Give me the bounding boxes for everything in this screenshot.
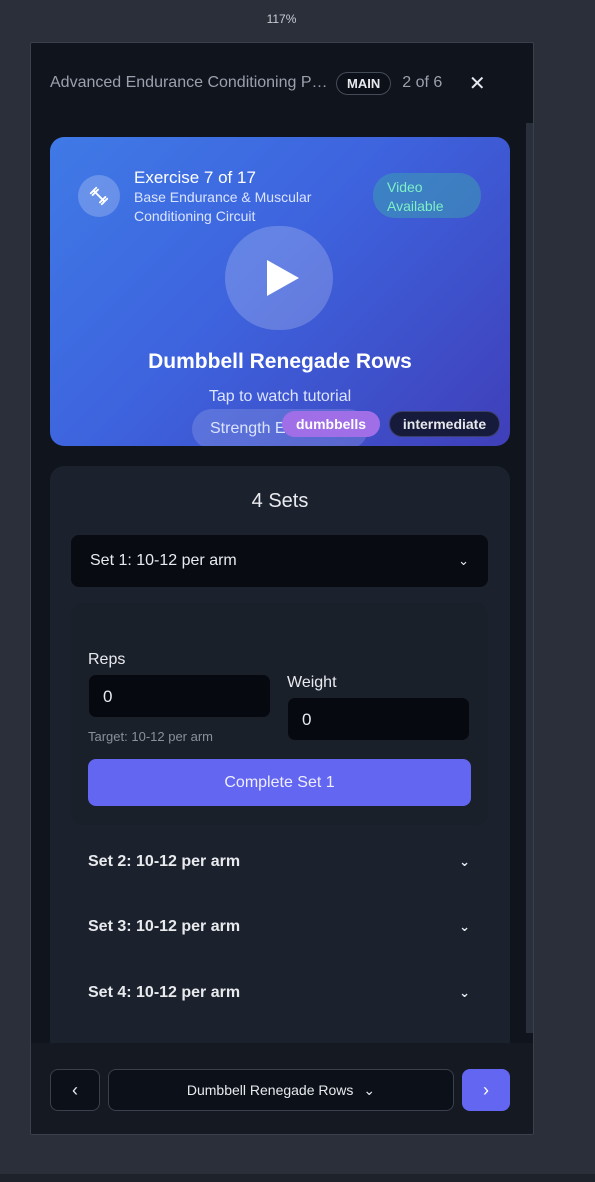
chevron-down-icon: ⌄: [459, 985, 470, 1000]
reps-label: Reps: [88, 651, 126, 668]
set-3-header[interactable]: Set 3: 10-12 per arm ⌄: [88, 918, 470, 936]
exercise-selector[interactable]: Dumbbell Renegade Rows ⌄: [108, 1069, 454, 1111]
play-video-button[interactable]: [225, 226, 333, 330]
section-counter: 2 of 6: [402, 74, 443, 91]
set-label: Set 4: 10-12 per arm: [88, 984, 241, 1001]
set-2-header[interactable]: Set 2: 10-12 per arm ⌄: [88, 853, 470, 871]
chevron-left-icon: ‹: [72, 1079, 78, 1100]
set-4-header[interactable]: Set 4: 10-12 per arm ⌄: [88, 984, 470, 1002]
level-tag: intermediate: [389, 411, 500, 437]
dumbbell-icon: [78, 175, 120, 217]
reps-target-hint: Target: 10-12 per arm: [88, 729, 214, 744]
previous-exercise-button[interactable]: ‹: [50, 1069, 100, 1111]
exercise-number: Exercise 7 of 17: [134, 168, 256, 187]
zoom-level: 117%: [266, 12, 297, 26]
chevron-right-icon: ›: [483, 1079, 489, 1100]
circuit-name: Base Endurance & Muscular Conditioning C…: [134, 189, 312, 224]
modal-header: Advanced Endurance Conditioning Program …: [31, 43, 533, 123]
play-icon: [267, 260, 299, 296]
chevron-down-icon: ⌄: [363, 1081, 376, 1098]
modal-content[interactable]: Exercise 7 of 17 Base Endurance & Muscul…: [31, 123, 533, 1043]
set-label: Set 1: 10-12 per arm: [90, 552, 237, 569]
exercise-navigation: ‹ Dumbbell Renegade Rows ⌄ ›: [31, 1043, 533, 1134]
set-1-header[interactable]: Set 1: 10-12 per arm ⌄: [71, 535, 488, 587]
workout-modal: Advanced Endurance Conditioning Program …: [30, 42, 534, 1135]
chevron-down-icon: ⌄: [459, 854, 470, 869]
close-icon: ✕: [468, 72, 486, 95]
tap-hint: Tap to watch tutorial: [208, 388, 352, 405]
set-label: Set 2: 10-12 per arm: [88, 853, 241, 870]
section-badge: MAIN: [336, 71, 392, 95]
program-title: Advanced Endurance Conditioning Program: [50, 74, 330, 91]
page-footer-strip: [0, 1174, 595, 1182]
complete-set-button[interactable]: Complete Set 1: [88, 759, 471, 806]
weight-label: Weight: [287, 674, 337, 691]
scrollbar[interactable]: [526, 123, 533, 1033]
weight-input[interactable]: 0: [287, 697, 470, 741]
close-button[interactable]: ✕: [467, 71, 487, 96]
chevron-down-icon: ⌄: [458, 553, 469, 568]
exercise-video-card[interactable]: Exercise 7 of 17 Base Endurance & Muscul…: [50, 137, 510, 446]
video-available-badge: Video Available: [373, 173, 481, 218]
exercise-selector-label: Dumbbell Renegade Rows: [186, 1082, 354, 1098]
sets-card: 4 Sets Set 1: 10-12 per arm ⌄ Reps 0 Tar…: [50, 466, 510, 1043]
exercise-name: Dumbbell Renegade Rows: [148, 350, 412, 373]
set-label: Set 3: 10-12 per arm: [88, 918, 241, 935]
set-1-body: Reps 0 Target: 10-12 per arm Weight 0 Co…: [71, 603, 488, 825]
equipment-tag: dumbbells: [282, 411, 380, 437]
reps-input[interactable]: 0: [88, 674, 271, 718]
chevron-down-icon: ⌄: [459, 919, 470, 934]
sets-title: 4 Sets: [251, 490, 309, 512]
next-exercise-button[interactable]: ›: [462, 1069, 510, 1111]
